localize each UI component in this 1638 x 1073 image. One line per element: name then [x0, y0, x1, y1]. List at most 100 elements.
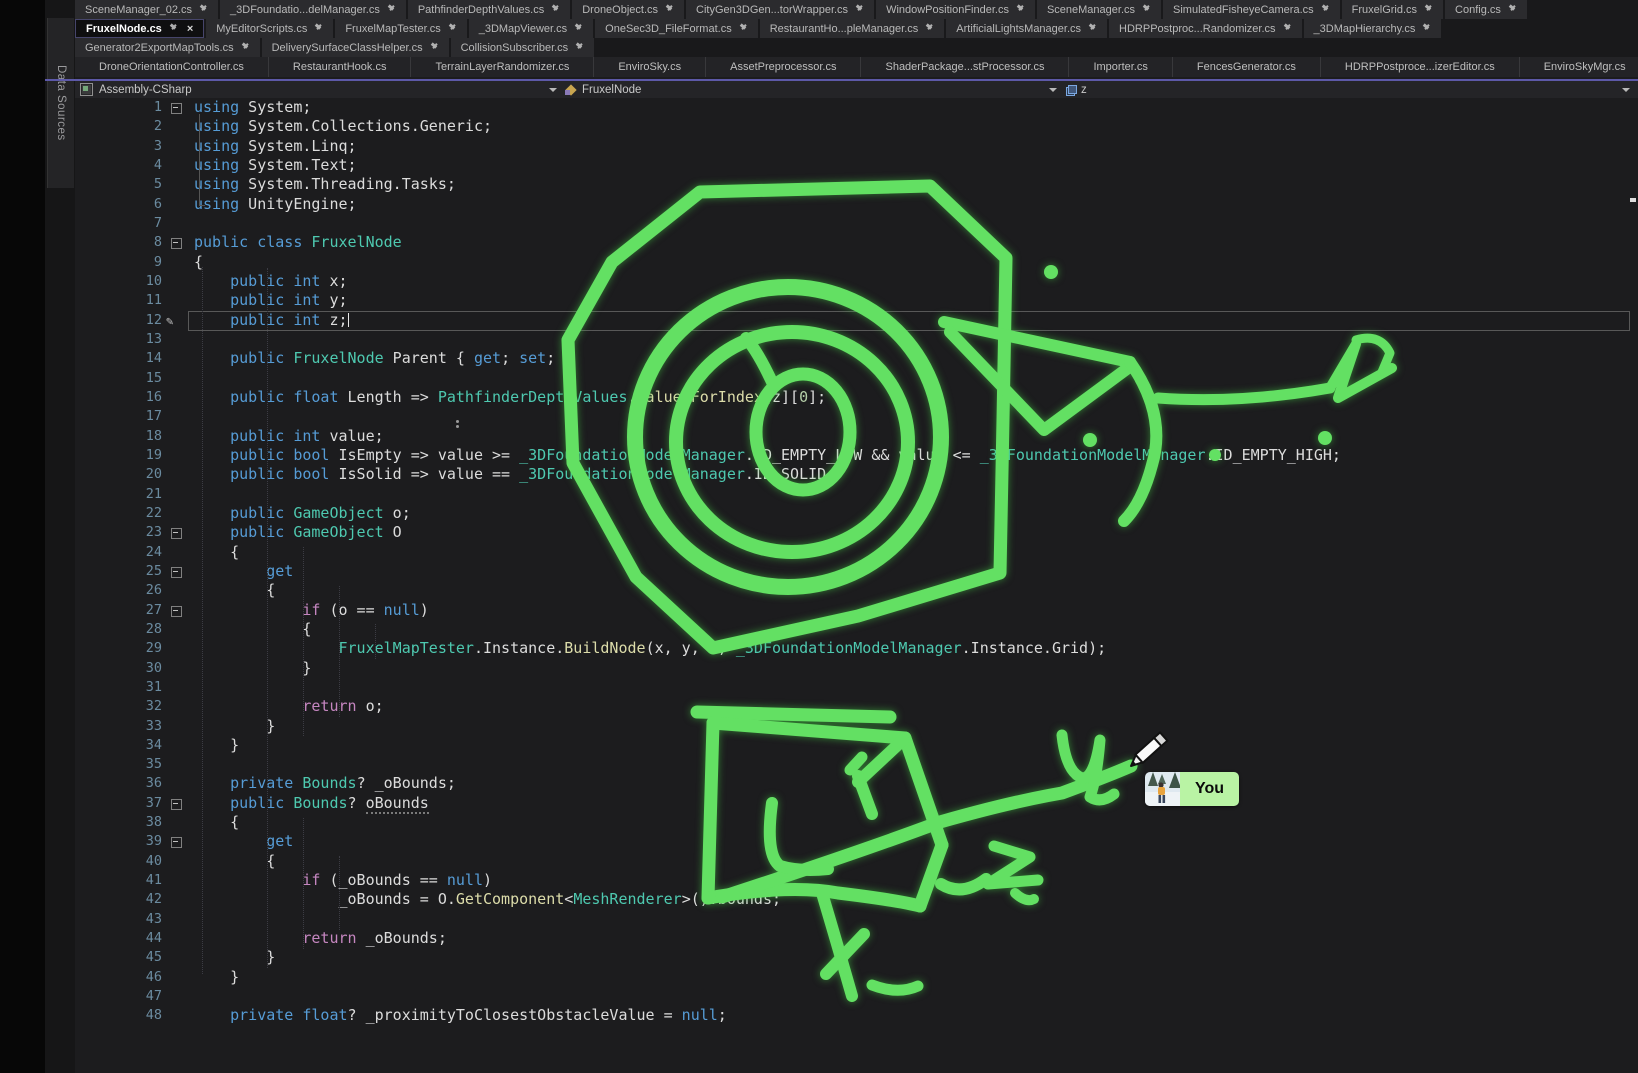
pin-icon[interactable]: [665, 5, 674, 14]
pin-icon[interactable]: [551, 5, 560, 14]
line-number: 27: [75, 601, 162, 620]
fold-collapse-icon[interactable]: [171, 606, 182, 617]
document-tab[interactable]: ArtificialLightsManager.cs: [946, 19, 1107, 38]
pin-icon[interactable]: [448, 24, 457, 33]
type-dropdown-label: FruxelNode: [582, 84, 641, 96]
code-text: [194, 407, 1638, 426]
document-tab[interactable]: EnviroSky.cs: [593, 57, 705, 77]
member-dropdown[interactable]: z: [1065, 81, 1638, 98]
line-number: 20: [75, 465, 162, 484]
document-tab[interactable]: SceneManager_02.cs: [75, 0, 218, 19]
left-margin: [0, 0, 45, 1073]
pin-icon[interactable]: [241, 43, 250, 52]
pin-icon[interactable]: [387, 5, 396, 14]
line-number: 19: [75, 446, 162, 465]
fold-collapse-icon[interactable]: [171, 837, 182, 848]
pin-icon[interactable]: [1283, 24, 1292, 33]
document-tab[interactable]: HDRPPostproce...izerEditor.cs: [1320, 57, 1519, 77]
code-editor[interactable]: 1using System;2using System.Collections.…: [75, 98, 1638, 1073]
pin-icon[interactable]: [575, 43, 584, 52]
document-tab[interactable]: Importer.cs: [1068, 57, 1171, 77]
document-tab[interactable]: AssetPreprocessor.cs: [705, 57, 860, 77]
line-number: 26: [75, 581, 162, 600]
document-tab[interactable]: RestaurantHook.cs: [268, 57, 411, 77]
document-tab[interactable]: EnviroSkyMgr.cs: [1519, 57, 1638, 77]
fold-column: [162, 427, 194, 446]
line-number: 36: [75, 774, 162, 793]
document-tab[interactable]: CollisionSubscriber.cs: [451, 38, 595, 57]
pin-icon[interactable]: [199, 5, 208, 14]
code-text: }: [194, 948, 1638, 967]
tab-label: TerrainLayerRandomizer.cs: [435, 61, 569, 73]
document-tab[interactable]: DroneObject.cs: [572, 0, 684, 19]
code-text: public int z;: [194, 311, 1638, 330]
pin-icon[interactable]: [169, 24, 178, 33]
document-tab[interactable]: FruxelGrid.cs: [1342, 0, 1443, 19]
close-icon[interactable]: ×: [187, 23, 193, 35]
tab-label: CollisionSubscriber.cs: [461, 42, 569, 54]
document-tab[interactable]: DeliverySurfaceClassHelper.cs: [262, 38, 449, 57]
fold-column: [162, 813, 194, 832]
document-tab[interactable]: Config.cs: [1445, 0, 1527, 19]
code-line: 33 }: [75, 717, 1638, 736]
type-dropdown[interactable]: FruxelNode: [565, 81, 1065, 98]
pin-icon[interactable]: [925, 24, 934, 33]
document-tab[interactable]: TerrainLayerRandomizer.cs: [410, 57, 593, 77]
code-text: [194, 910, 1638, 929]
pin-icon[interactable]: [314, 24, 323, 33]
fold-column: [162, 659, 194, 678]
document-tab[interactable]: ShaderPackage...stProcessor.cs: [860, 57, 1068, 77]
tab-label: DroneObject.cs: [582, 4, 658, 16]
fold-collapse-icon[interactable]: [171, 238, 182, 249]
pin-icon[interactable]: [1016, 5, 1025, 14]
document-tab[interactable]: Generator2ExportMapTools.cs: [75, 38, 260, 57]
document-tab[interactable]: SimulatedFisheyeCamera.cs: [1163, 0, 1340, 19]
code-text: [194, 214, 1638, 233]
fold-column: [162, 929, 194, 948]
line-number: 18: [75, 427, 162, 446]
tab-row-3: Generator2ExportMapTools.csDeliverySurfa…: [75, 38, 1638, 57]
document-tab[interactable]: PathfinderDepthValues.cs: [408, 0, 570, 19]
document-tab[interactable]: FruxelNode.cs×: [75, 19, 204, 38]
document-tab[interactable]: MyEditorScripts.cs: [206, 19, 333, 38]
pin-icon[interactable]: [1508, 5, 1517, 14]
pin-icon[interactable]: [855, 5, 864, 14]
code-line: 13: [75, 330, 1638, 349]
fold-column: [162, 233, 194, 252]
pin-icon[interactable]: [1422, 24, 1431, 33]
document-tab[interactable]: CityGen3DGen...torWrapper.cs: [686, 0, 874, 19]
fold-column: [162, 639, 194, 658]
code-text: return _oBounds;: [194, 929, 1638, 948]
document-tab[interactable]: DroneOrientationController.cs: [75, 57, 268, 77]
pin-icon[interactable]: [739, 24, 748, 33]
pin-icon[interactable]: [1321, 5, 1330, 14]
document-tab[interactable]: FruxelMapTester.cs: [335, 19, 466, 38]
pin-icon[interactable]: [1088, 24, 1097, 33]
fold-column: [162, 214, 194, 233]
document-tab[interactable]: OneSec3D_FileFormat.cs: [595, 19, 758, 38]
fold-collapse-icon[interactable]: [171, 799, 182, 810]
line-number: 32: [75, 697, 162, 716]
document-tab[interactable]: WindowPositionFinder.cs: [876, 0, 1035, 19]
fold-collapse-icon[interactable]: [171, 567, 182, 578]
code-text: get: [194, 562, 1638, 581]
sidebar-tab-data-sources[interactable]: Data Sources: [47, 18, 74, 188]
pin-icon[interactable]: [1142, 5, 1151, 14]
document-tab[interactable]: SceneManager.cs: [1037, 0, 1161, 19]
document-tab[interactable]: _3DMapViewer.cs: [469, 19, 593, 38]
document-tab[interactable]: _3DFoundatio...delManager.cs: [220, 0, 406, 19]
pin-icon[interactable]: [574, 24, 583, 33]
pin-icon[interactable]: [430, 43, 439, 52]
fold-column: [162, 1006, 194, 1025]
tab-label: SceneManager.cs: [1047, 4, 1135, 16]
pin-icon[interactable]: [1424, 5, 1433, 14]
document-tab[interactable]: HDRPPostproc...Randomizer.cs: [1109, 19, 1302, 38]
line-number: 10: [75, 272, 162, 291]
document-tab[interactable]: FencesGenerator.cs: [1172, 57, 1320, 77]
document-tab[interactable]: _3DMapHierarchy.cs: [1304, 19, 1442, 38]
fold-collapse-icon[interactable]: [171, 528, 182, 539]
document-tab[interactable]: RestaurantHo...pleManager.cs: [760, 19, 945, 38]
remote-user-avatar: [1145, 772, 1180, 806]
fold-collapse-icon[interactable]: [171, 103, 182, 114]
project-dropdown[interactable]: Assembly-CSharp: [75, 81, 565, 98]
